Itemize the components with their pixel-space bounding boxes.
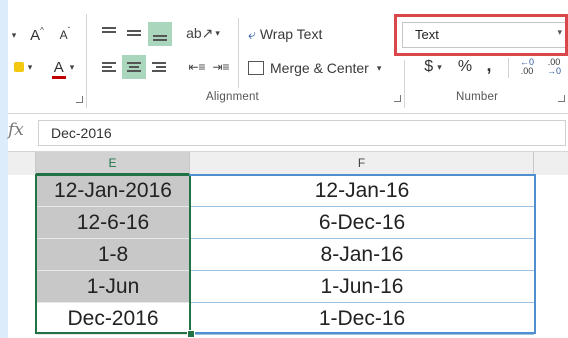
- increase-decimal-label: .00: [520, 66, 534, 76]
- column-header-g[interactable]: [534, 152, 568, 175]
- formula-input[interactable]: Dec-2016: [38, 120, 566, 146]
- row-gutter: [8, 175, 36, 338]
- cell-f5[interactable]: 1-Dec-16: [190, 303, 534, 335]
- cell-e1[interactable]: 12-Jan-2016: [36, 175, 190, 207]
- number-dialog-launcher-icon[interactable]: [558, 95, 565, 102]
- cell-f2[interactable]: 6-Dec-16: [190, 207, 534, 239]
- decrease-font-size-button[interactable]: Aˇ: [52, 24, 78, 46]
- alignment-group-label: Alignment: [206, 91, 259, 103]
- paint-bucket-icon: [13, 62, 24, 72]
- align-right-button[interactable]: [148, 56, 170, 78]
- top-align-icon: [100, 26, 118, 40]
- percent-format-button[interactable]: %: [454, 56, 476, 78]
- merge-center-icon: [248, 61, 264, 75]
- cell-e5-active[interactable]: Dec-2016: [36, 303, 190, 335]
- column-g-area[interactable]: [536, 175, 568, 338]
- ribbon-separator: [508, 58, 509, 78]
- decrease-indent-icon: ⇤≡: [188, 60, 206, 74]
- spreadsheet-grid: E F 12-Jan-2016 12-6-16 1-8 1-Jun Dec-20…: [8, 151, 568, 338]
- increase-font-size-button[interactable]: A ^: [24, 24, 50, 46]
- comma-icon: ,: [486, 54, 492, 75]
- merge-dropdown-icon: ▾: [376, 62, 382, 73]
- grow-caret-icon: ^: [40, 25, 44, 35]
- currency-dropdown-icon: ▾: [437, 61, 442, 72]
- decrease-font-icon: A: [59, 28, 68, 42]
- percent-icon: %: [457, 58, 473, 75]
- cell-f4[interactable]: 1-Jun-16: [190, 271, 534, 303]
- align-right-icon: [150, 60, 168, 74]
- font-color-dropdown-icon: ▾: [69, 61, 75, 72]
- bottom-align-button[interactable]: [148, 22, 172, 46]
- font-dialog-launcher-icon[interactable]: [76, 96, 83, 103]
- cell-e2[interactable]: 12-6-16: [36, 207, 190, 239]
- wrap-text-button[interactable]: ⤶ Wrap Text: [248, 22, 348, 46]
- cell-e3[interactable]: 1-8: [36, 239, 190, 271]
- font-color-icon: A: [51, 58, 66, 79]
- align-left-icon: [100, 60, 118, 74]
- corner-header[interactable]: [8, 152, 36, 175]
- align-left-button[interactable]: [98, 56, 120, 78]
- alignment-dialog-launcher-icon[interactable]: [394, 95, 401, 102]
- wrap-text-icon: ⤶: [248, 25, 256, 42]
- increase-font-icon: A: [30, 26, 41, 44]
- column-header-row: E F: [8, 151, 568, 176]
- cell-f1[interactable]: 12-Jan-16: [190, 175, 534, 207]
- orientation-dropdown-icon: ▾: [215, 27, 220, 38]
- font-color-letter: A: [53, 58, 64, 76]
- currency-icon: $: [424, 58, 434, 75]
- font-color-button[interactable]: A ▾: [44, 54, 84, 80]
- orientation-button[interactable]: ab↗ ▾: [186, 22, 220, 44]
- comma-style-button[interactable]: ,: [480, 54, 498, 76]
- cell-f3[interactable]: 8-Jan-16: [190, 239, 534, 271]
- number-group-label: Number: [456, 91, 499, 103]
- decrease-indent-button[interactable]: ⇤≡: [186, 56, 208, 78]
- increase-decimal-button[interactable]: ←0 .00: [514, 56, 540, 78]
- wrap-text-label: Wrap Text: [259, 26, 323, 42]
- insert-function-icon[interactable]: fx: [8, 120, 24, 140]
- center-align-icon: [125, 60, 143, 74]
- currency-format-button[interactable]: $ ▾: [416, 56, 450, 78]
- top-align-button[interactable]: [98, 22, 120, 44]
- decrease-decimal-icon: →0: [546, 66, 561, 76]
- font-color-bar: [51, 75, 66, 79]
- merge-center-button[interactable]: Merge & Center ▾: [248, 56, 398, 80]
- cell-e4[interactable]: 1-Jun: [36, 271, 190, 303]
- ribbon-separator: [238, 18, 239, 88]
- fill-handle[interactable]: [187, 330, 195, 338]
- decrease-decimal-button[interactable]: .00 →0: [542, 56, 566, 78]
- middle-align-button[interactable]: [123, 22, 145, 44]
- orientation-icon: ab↗: [186, 24, 214, 41]
- ribbon-separator: [404, 60, 405, 108]
- font-size-dropdown-arrow[interactable]: ▾: [8, 26, 20, 44]
- increase-indent-button[interactable]: ⇥≡: [210, 56, 232, 78]
- middle-align-icon: [125, 26, 143, 40]
- increase-indent-icon: ⇥≡: [212, 60, 230, 74]
- column-header-e[interactable]: E: [36, 152, 190, 175]
- shrink-caret-icon: ˇ: [67, 25, 71, 35]
- center-align-button[interactable]: [122, 55, 146, 79]
- formula-bar: fx Dec-2016: [8, 113, 568, 152]
- highlight-box: [394, 14, 568, 56]
- column-header-f[interactable]: F: [190, 152, 534, 175]
- merge-center-label: Merge & Center: [270, 60, 369, 76]
- formula-value: Dec-2016: [51, 125, 112, 141]
- ribbon-separator: [86, 14, 87, 108]
- fill-color-button[interactable]: ▾: [8, 56, 38, 78]
- fill-dropdown-icon: ▾: [27, 61, 33, 72]
- bottom-align-icon: [151, 27, 169, 41]
